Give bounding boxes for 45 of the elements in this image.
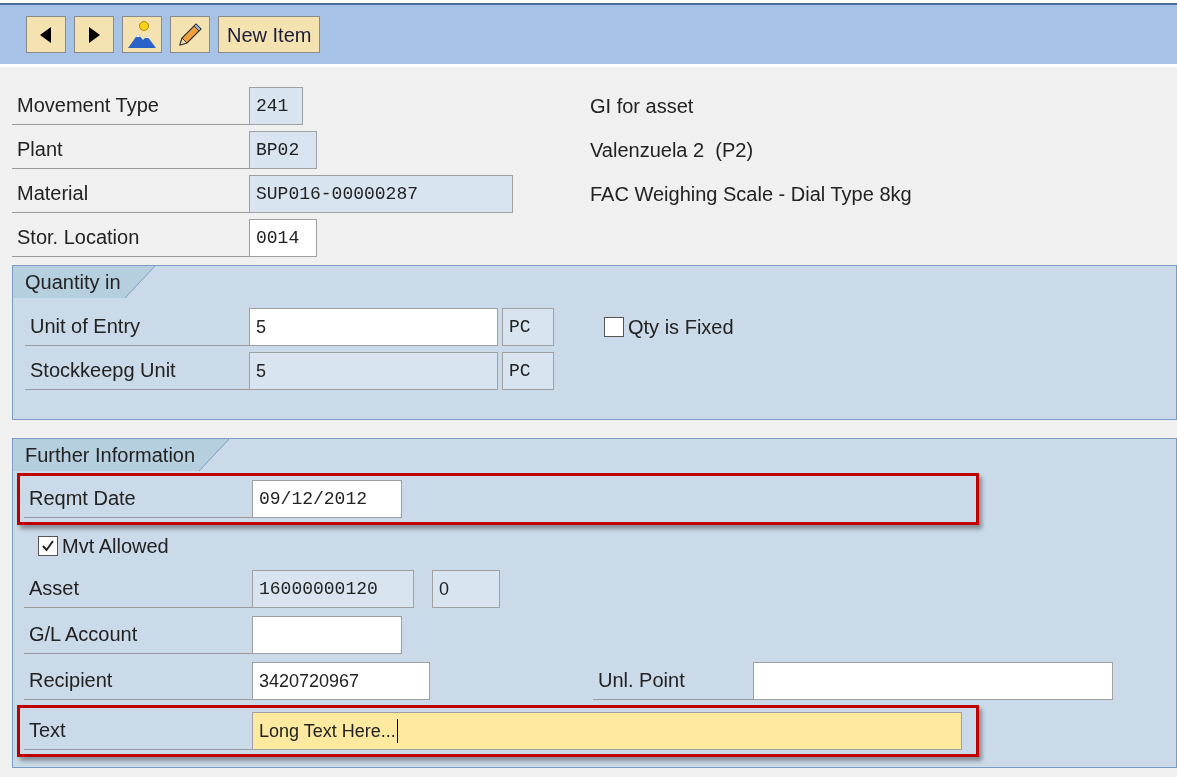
previous-button[interactable] [26, 16, 66, 53]
field-value: PC [509, 359, 531, 383]
input-field[interactable]: BP02 [249, 131, 317, 169]
input-field[interactable]: 0014 [249, 219, 317, 257]
field-description: Valenzuela 2 (P2) [590, 138, 754, 163]
field-value: 0 [439, 577, 449, 601]
checkmark-icon [41, 539, 55, 553]
field-value: PC [509, 315, 531, 339]
mountain-picture-icon [127, 19, 157, 50]
field-description: FAC Weighing Scale - Dial Type 8kg [590, 182, 912, 207]
field-value: 3420720967 [259, 669, 360, 693]
checkbox[interactable] [38, 536, 58, 556]
input-field[interactable]: SUP016-00000287 [249, 175, 513, 213]
input-field[interactable] [252, 616, 402, 654]
input-field[interactable]: 3420720967 [252, 662, 430, 700]
input-field[interactable]: PC [502, 352, 554, 390]
input-field[interactable]: Long Text Here... [252, 712, 962, 750]
field-value: 241 [256, 94, 289, 118]
field-description: GI for asset [590, 94, 694, 119]
input-field[interactable]: 09/12/2012 [252, 480, 402, 518]
text-cursor [396, 719, 398, 743]
picture-button[interactable] [122, 16, 162, 53]
field-value: 0014 [256, 226, 300, 250]
next-button[interactable] [74, 16, 114, 53]
checkbox-label: Mvt Allowed [62, 534, 169, 559]
checkbox-label: Qty is Fixed [628, 315, 734, 340]
field-value: 5 [256, 315, 266, 339]
field-value: SUP016-00000287 [256, 182, 419, 206]
input-field[interactable]: 0 [432, 570, 500, 608]
field-value: 09/12/2012 [259, 487, 368, 511]
input-field[interactable]: 5 [249, 352, 498, 390]
input-field[interactable]: 5 [249, 308, 498, 346]
checkbox[interactable] [604, 317, 624, 337]
input-field[interactable] [753, 662, 1113, 700]
edit-button[interactable] [170, 16, 210, 53]
field-value: 16000000120 [259, 577, 378, 601]
input-field[interactable]: 16000000120 [252, 570, 414, 608]
left-arrow-icon [40, 26, 52, 43]
input-field[interactable]: PC [502, 308, 554, 346]
right-arrow-icon [88, 26, 100, 43]
field-value: Long Text Here... [259, 719, 396, 743]
field-value: 5 [256, 359, 266, 383]
input-field[interactable]: 241 [249, 87, 303, 125]
field-value: BP02 [256, 138, 300, 162]
new-item-button[interactable]: New Item [218, 16, 321, 53]
